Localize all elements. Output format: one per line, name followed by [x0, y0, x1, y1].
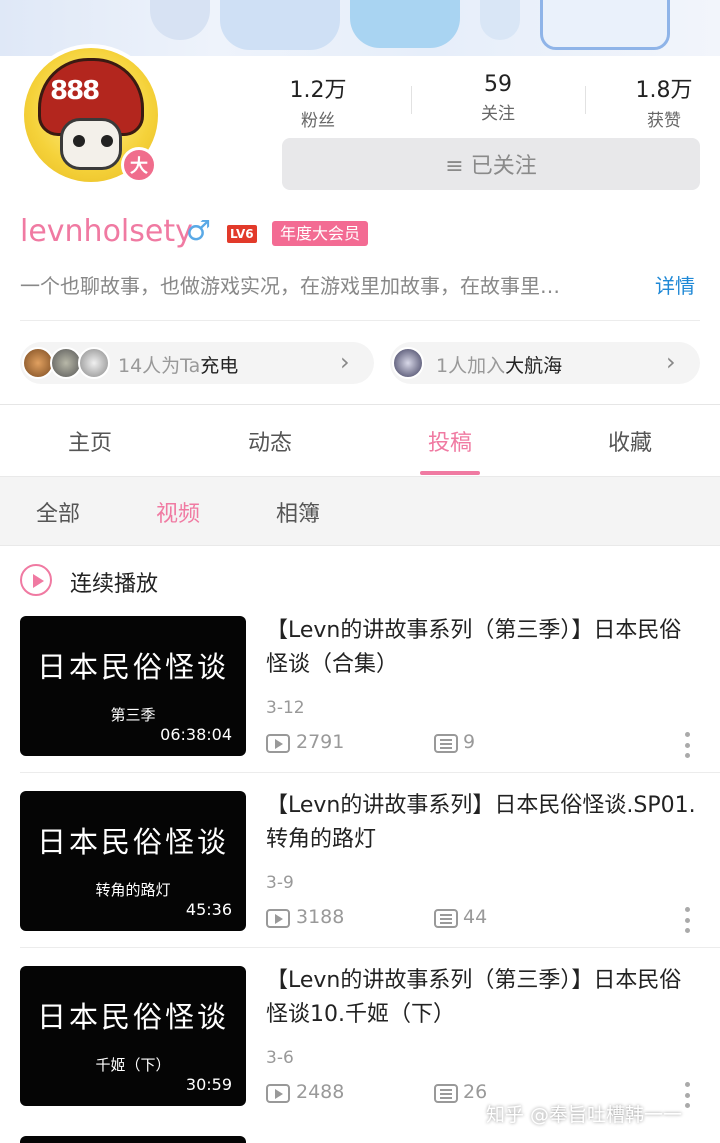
divider	[411, 86, 412, 114]
video-duration: 30:59	[185, 1075, 232, 1094]
play-circle-icon[interactable]	[20, 564, 52, 596]
subtab-albums[interactable]: 相簿	[276, 496, 320, 528]
avatar-number: 888	[50, 76, 100, 106]
play-count-icon	[266, 1084, 290, 1103]
video-item[interactable]: 日本民俗怪谈 第三季 06:38:04 【Levn的讲故事系列（第三季）】日本民…	[0, 616, 720, 791]
stat-likes[interactable]: 1.8万 获赞	[604, 72, 720, 131]
video-thumbnail[interactable]: 日本民俗怪谈 转角的路灯 45:36	[20, 791, 246, 931]
danmaku-count: 9	[463, 731, 476, 753]
thumbnail-subtitle: 转角的路灯	[95, 881, 171, 899]
stat-following[interactable]: 59 关注	[438, 72, 558, 124]
video-duration: 06:38:04	[160, 725, 232, 744]
charge-supporters-pill[interactable]: 14人为Ta充电 ›	[20, 342, 374, 384]
danmaku-icon	[434, 909, 458, 928]
thumbnail-title: 日本民俗怪谈	[36, 650, 229, 684]
divider	[20, 947, 720, 948]
chevron-right-icon: ›	[666, 348, 676, 376]
next-video-thumbnail-edge	[20, 1136, 246, 1143]
stat-value: 1.8万	[635, 78, 693, 103]
video-title[interactable]: 【Levn的讲故事系列】日本民俗怪谈.SP01.转角的路灯	[266, 789, 696, 857]
fleet-highlight: 大航海	[505, 355, 563, 377]
stat-value: 1.2万	[289, 78, 347, 103]
profile-bio: 一个也聊故事，也做游戏实况，在游戏里加故事，在故事里…	[20, 274, 560, 298]
video-date: 3-12	[266, 698, 305, 718]
play-count-icon	[266, 909, 290, 928]
more-options-icon[interactable]	[682, 732, 692, 758]
fleet-members-pill[interactable]: 1人加入大航海 ›	[390, 342, 700, 384]
continuous-play-button[interactable]: 连续播放	[70, 566, 158, 598]
video-title[interactable]: 【Levn的讲故事系列（第三季）】日本民俗怪谈10.千姬（下）	[266, 964, 696, 1032]
video-thumbnail[interactable]: 日本民俗怪谈 千姬（下） 30:59	[20, 966, 246, 1106]
thumbnail-title: 日本民俗怪谈	[36, 1000, 229, 1034]
male-gender-icon: ♂	[186, 214, 212, 247]
followed-button[interactable]: ≡ 已关注	[282, 138, 700, 190]
bio-detail-link[interactable]: 详情	[655, 270, 695, 299]
tab-favorites[interactable]: 收藏	[540, 425, 720, 457]
danmaku-count: 26	[463, 1081, 488, 1103]
stat-label: 获赞	[647, 111, 681, 131]
video-thumbnail[interactable]: 日本民俗怪谈 第三季 06:38:04	[20, 616, 246, 756]
tab-dynamics[interactable]: 动态	[180, 425, 360, 457]
thumbnail-subtitle: 第三季	[110, 706, 156, 724]
video-date: 3-9	[266, 873, 294, 893]
video-date: 3-6	[266, 1048, 294, 1068]
username: levnholsety	[20, 214, 193, 249]
big-member-badge: 大	[121, 147, 157, 183]
divider	[20, 772, 720, 773]
danmaku-icon	[434, 1084, 458, 1103]
stat-fans[interactable]: 1.2万 粉丝	[258, 72, 378, 131]
play-count-icon	[266, 734, 290, 753]
submission-subtabs: 全部 视频 相簿	[0, 476, 720, 546]
danmaku-count: 44	[463, 906, 488, 928]
video-duration: 45:36	[185, 900, 232, 919]
level-badge: LV6	[227, 225, 257, 243]
stat-label: 粉丝	[301, 111, 335, 131]
play-count: 3188	[296, 906, 345, 928]
thumbnail-title: 日本民俗怪谈	[36, 825, 229, 859]
chevron-right-icon: ›	[340, 348, 350, 376]
tab-submissions[interactable]: 投稿	[360, 425, 540, 457]
follow-button-label: ≡ 已关注	[445, 154, 537, 179]
more-options-icon[interactable]	[682, 1082, 692, 1108]
danmaku-icon	[434, 734, 458, 753]
subtab-all[interactable]: 全部	[36, 496, 80, 528]
profile-stats: 1.2万 粉丝 59 关注 1.8万 获赞	[230, 72, 720, 131]
profile-tabs: 主页 动态 投稿 收藏	[0, 405, 720, 475]
thumbnail-subtitle: 千姬（下）	[95, 1056, 171, 1074]
annual-vip-badge[interactable]: 年度大会员	[272, 221, 369, 246]
charge-text: 14人为Ta	[118, 355, 201, 377]
play-count: 2791	[296, 731, 345, 753]
active-tab-indicator	[420, 471, 480, 475]
video-item[interactable]: 日本民俗怪谈 转角的路灯 45:36 【Levn的讲故事系列】日本民俗怪谈.SP…	[0, 791, 720, 966]
tab-home[interactable]: 主页	[0, 425, 180, 457]
divider	[20, 320, 700, 321]
video-title[interactable]: 【Levn的讲故事系列（第三季）】日本民俗怪谈（合集）	[266, 614, 696, 682]
stat-label: 关注	[481, 104, 515, 124]
more-options-icon[interactable]	[682, 907, 692, 933]
watermark: 知乎 @奉旨吐槽韩一一	[486, 1104, 683, 1126]
divider	[585, 86, 586, 114]
stat-value: 59	[484, 72, 512, 97]
supporter-avatar	[78, 347, 110, 379]
charge-highlight: 充电	[200, 355, 239, 377]
fleet-member-avatar	[392, 347, 424, 379]
subtab-videos[interactable]: 视频	[156, 496, 200, 528]
play-count: 2488	[296, 1081, 345, 1103]
fleet-text: 1人加入	[436, 355, 506, 377]
